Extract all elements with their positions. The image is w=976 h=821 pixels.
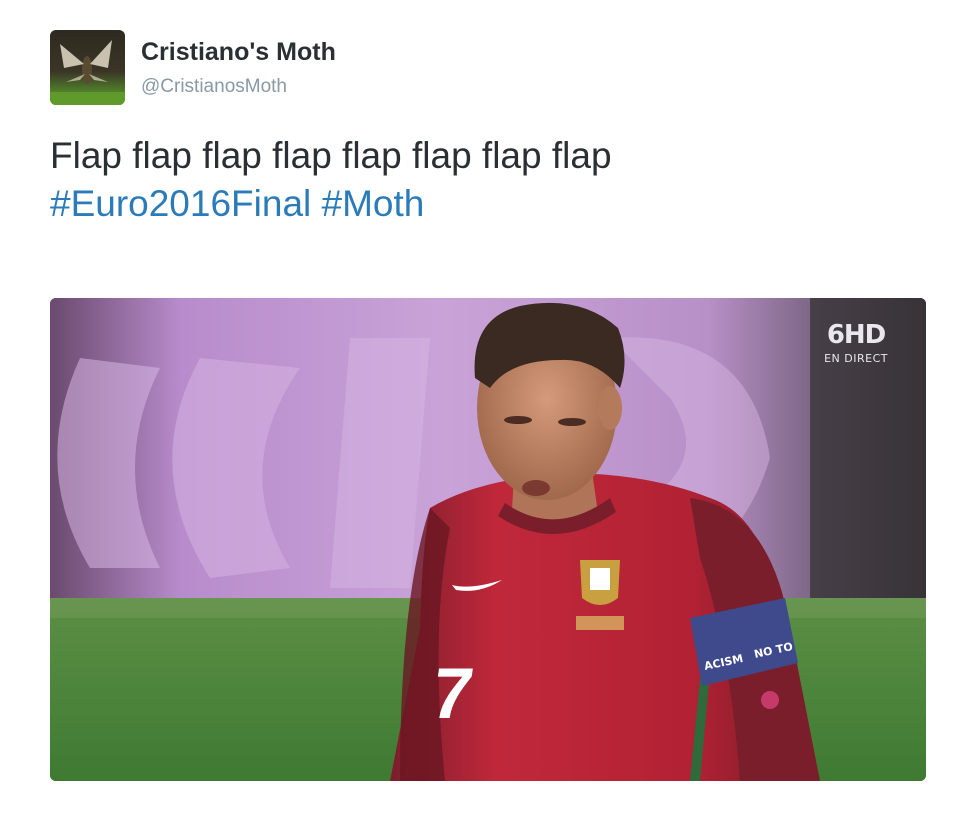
footballer-photo: ACISM NO TO 7 bbox=[50, 298, 926, 781]
broadcaster-logo: 6HD EN DIRECT bbox=[824, 322, 888, 365]
broadcaster-live-label: EN DIRECT bbox=[824, 352, 888, 365]
broadcaster-logo-mark: 6HD bbox=[826, 320, 886, 350]
author-display-name[interactable]: Cristiano's Moth bbox=[141, 38, 336, 67]
tweet-media-image[interactable]: ACISM NO TO 7 6HD EN DIRECT bbox=[50, 298, 926, 781]
hashtag-line: #Euro2016Final #Moth bbox=[50, 180, 930, 228]
author-avatar[interactable] bbox=[50, 30, 125, 105]
hashtag-link[interactable]: #Euro2016Final bbox=[50, 183, 311, 224]
tweet-card: Cristiano's Moth @CristianosMoth Flap fl… bbox=[0, 0, 976, 821]
moth-icon bbox=[50, 40, 125, 105]
author-handle[interactable]: @CristianosMoth bbox=[141, 76, 287, 98]
tweet-body-text: Flap flap flap flap flap flap flap flap bbox=[50, 135, 612, 176]
hashtag-link[interactable]: #Moth bbox=[322, 183, 425, 224]
tweet-text: Flap flap flap flap flap flap flap flap … bbox=[50, 132, 930, 228]
